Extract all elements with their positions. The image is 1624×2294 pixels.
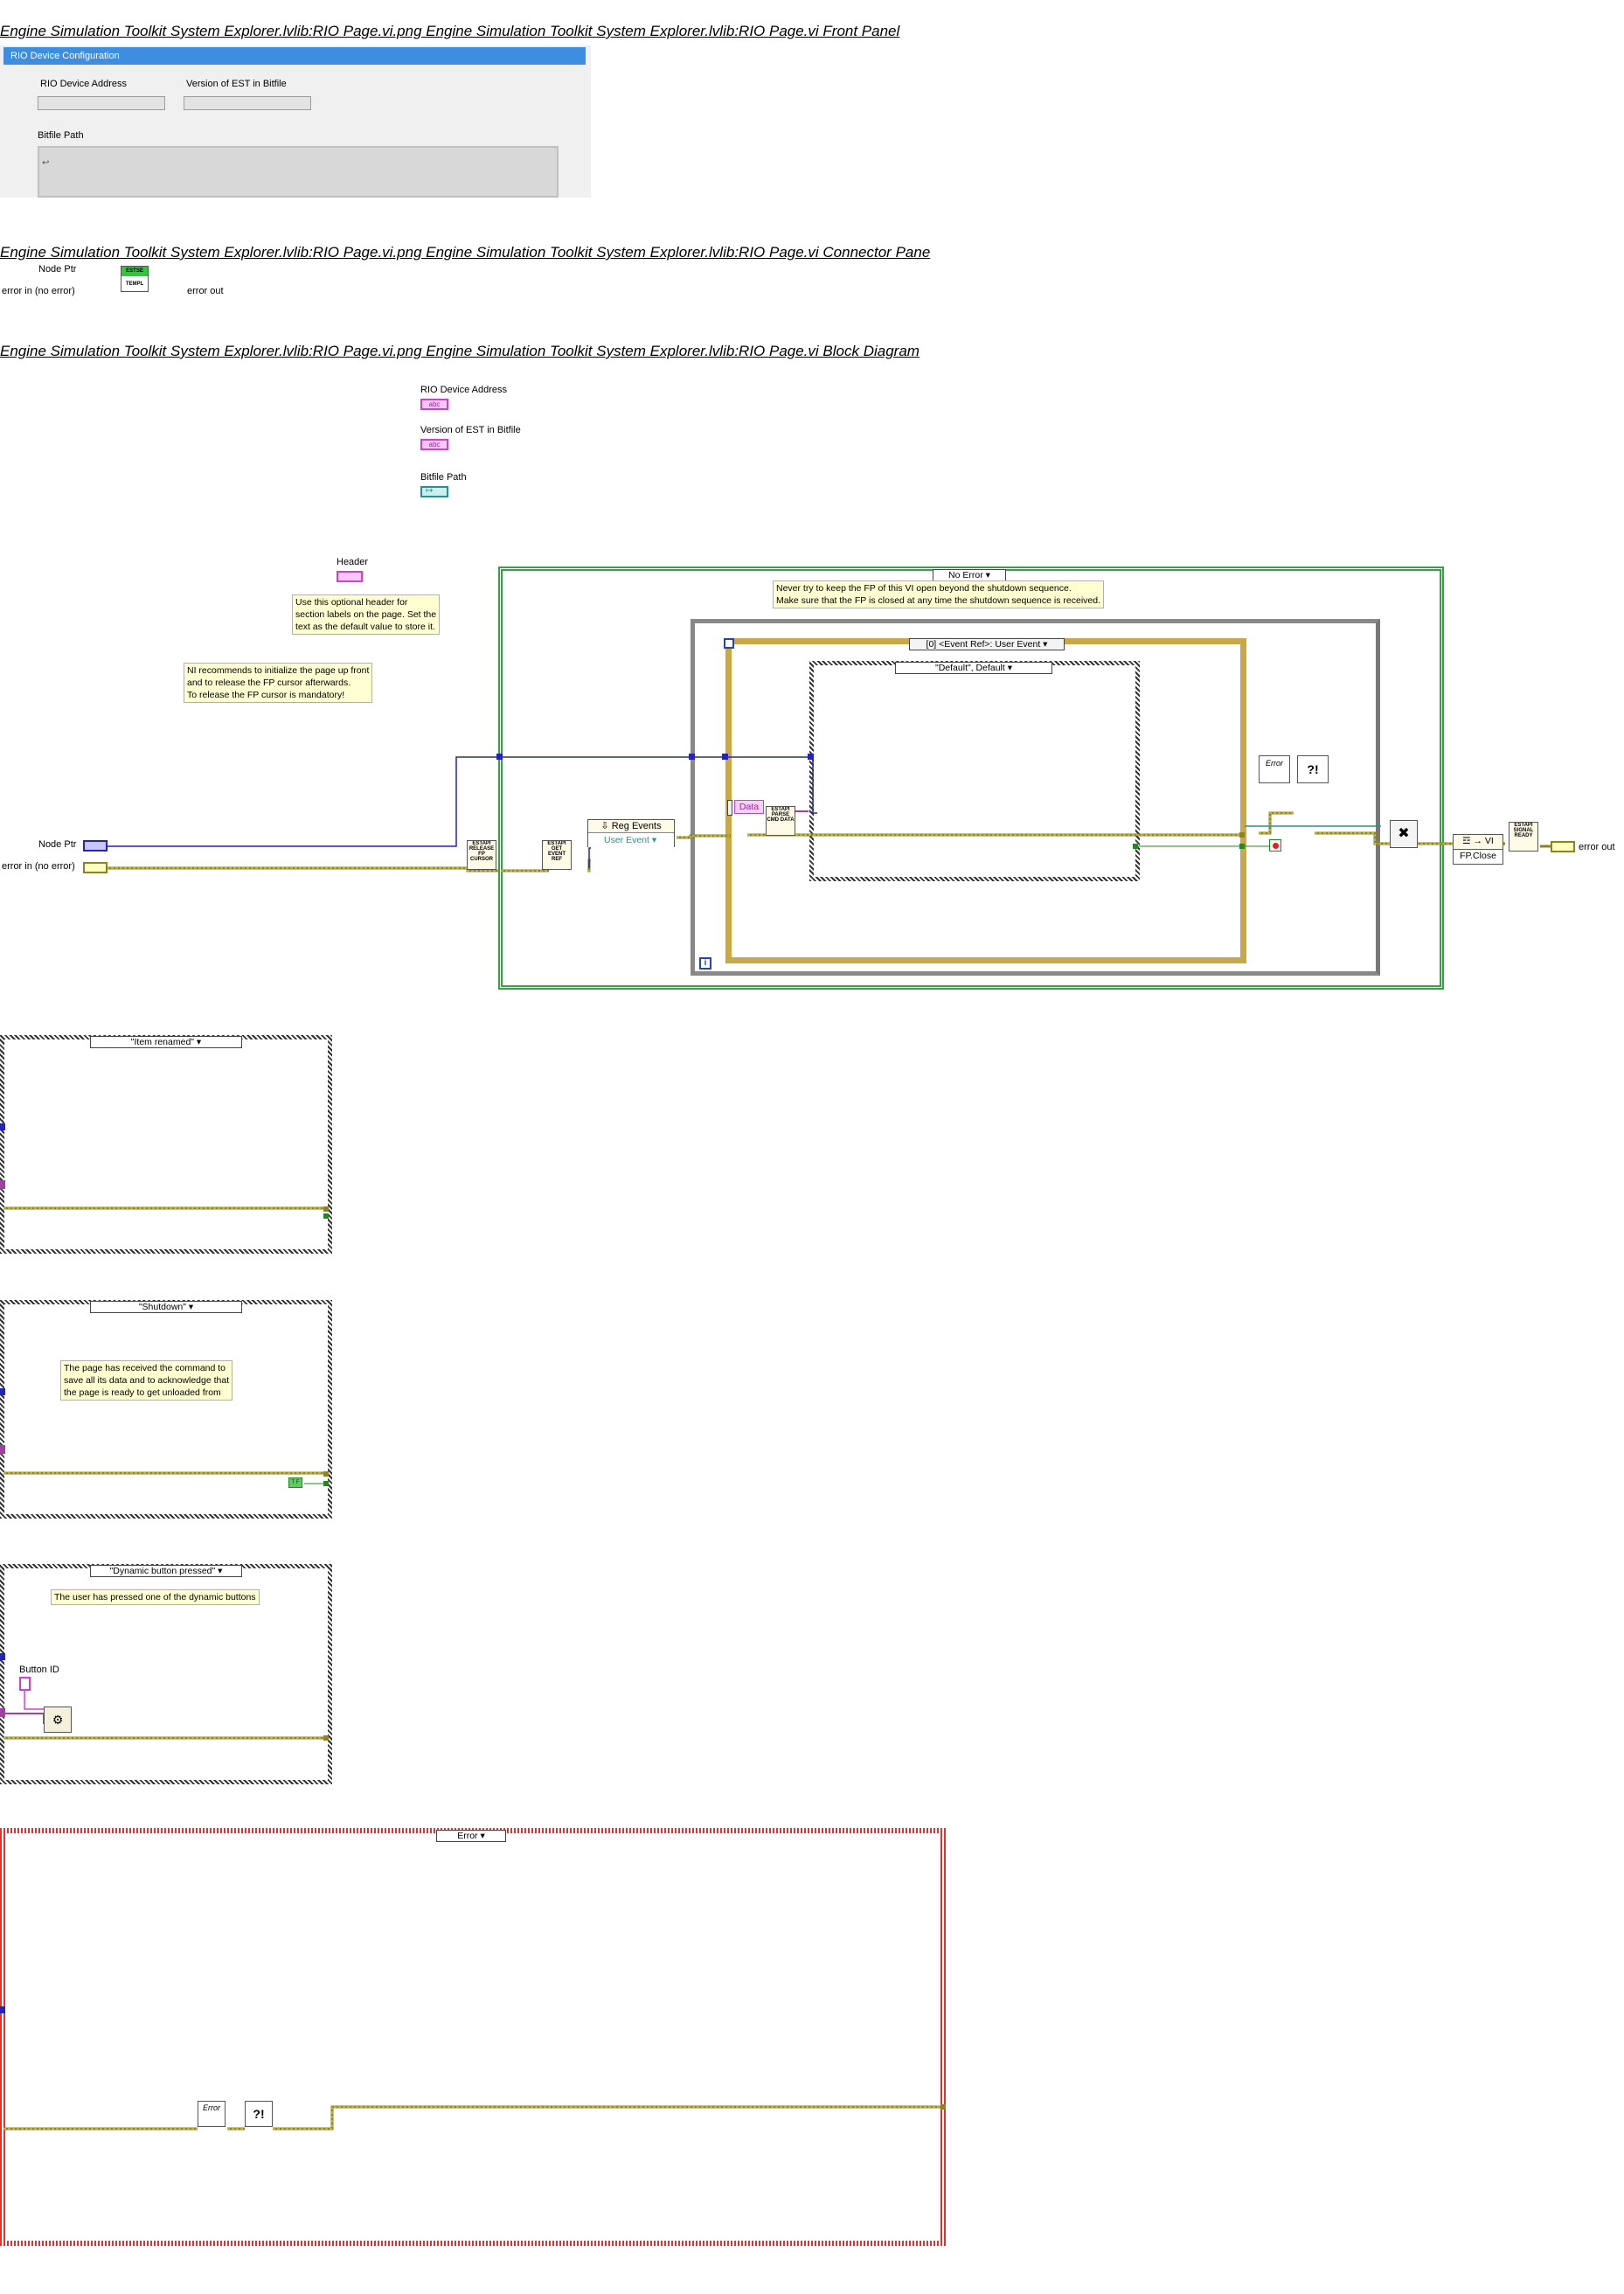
- header-indicator[interactable]: [337, 571, 363, 582]
- error-cluster-icon[interactable]: Error: [1259, 755, 1290, 783]
- fp-close-invoke-node[interactable]: ☲ → VI FP.Close: [1453, 834, 1503, 867]
- header-note: Use this optional header for section lab…: [292, 594, 441, 635]
- node-ptr-control[interactable]: [83, 840, 108, 852]
- event-data-node: Data: [727, 800, 764, 816]
- header-indicator-label: Header: [337, 557, 369, 567]
- gear-icon[interactable]: ⚙: [44, 1707, 72, 1733]
- path-icon: ↦: [426, 486, 434, 496]
- get-event-ref-node[interactable]: ESTAPI GET EVENT REF: [542, 840, 572, 870]
- bitfile-path-indicator[interactable]: ↦: [420, 486, 448, 497]
- stop-terminal[interactable]: [1269, 839, 1281, 852]
- never-keep-fp-note: Never try to keep the FP of this VI open…: [773, 580, 1105, 608]
- rio-address-indicator-label: RIO Device Address: [420, 385, 508, 395]
- error-in-control[interactable]: [83, 862, 108, 873]
- release-fp-cursor-node[interactable]: ESTAPI RELEASE FP CURSOR: [467, 840, 496, 870]
- shutdown-note: The page has received the command to sav…: [60, 1360, 233, 1401]
- signal-ready-node[interactable]: ESTAPI SIGNAL READY: [1509, 822, 1538, 852]
- error-out-indicator-label: error out: [1579, 842, 1615, 852]
- est-version-indicator-label: Version of EST in Bitfile: [420, 425, 521, 435]
- button-id-terminal[interactable]: [19, 1677, 31, 1691]
- node-ptr-wire: [107, 756, 813, 847]
- button-id-label: Button ID: [19, 1665, 59, 1675]
- close-reference-node[interactable]: ✖: [1390, 820, 1418, 848]
- error-handler-icon[interactable]: Error: [198, 2101, 226, 2127]
- node-ptr-control-label: Node Ptr: [38, 839, 77, 850]
- register-events-node[interactable]: ⇩ Reg Events User Event ▾: [587, 819, 675, 847]
- wire-layer: [0, 754, 1551, 2131]
- clear-error-icon[interactable]: ?!: [1297, 755, 1329, 783]
- error-in-control-label: error in (no error): [2, 861, 75, 872]
- vi-ref-header: ☲ → VI: [1453, 834, 1503, 850]
- error-out-indicator[interactable]: [1551, 841, 1575, 852]
- rio-address-indicator[interactable]: abc: [420, 399, 448, 410]
- fp-close-method[interactable]: FP.Close: [1453, 850, 1503, 865]
- parse-cmd-data-node[interactable]: ESTAPI PARSE CMD DATA: [766, 806, 795, 836]
- true-constant[interactable]: T F: [288, 1477, 302, 1488]
- ni-recommendation-note: NI recommends to initialize the page up …: [184, 663, 373, 703]
- dynamic-button-note: The user has pressed one of the dynamic …: [51, 1589, 260, 1605]
- bitfile-path-indicator-label: Bitfile Path: [420, 472, 467, 483]
- data-terminal[interactable]: Data: [734, 800, 764, 814]
- est-version-indicator[interactable]: abc: [420, 439, 448, 450]
- reg-events-label: ⇩ Reg Events: [588, 820, 674, 833]
- error-clear-icon[interactable]: ?!: [245, 2101, 273, 2127]
- user-event-item[interactable]: User Event ▾: [588, 833, 674, 847]
